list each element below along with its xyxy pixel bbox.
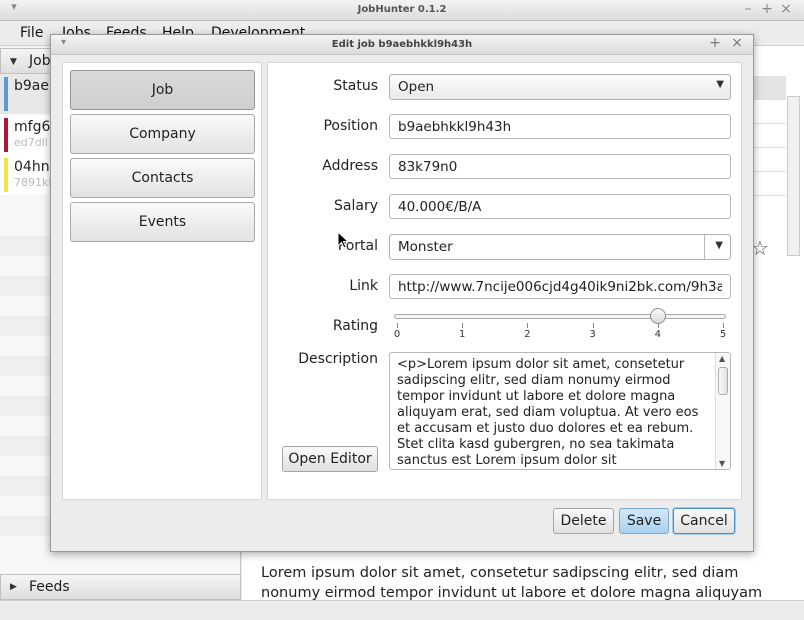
rating-slider-track[interactable] bbox=[394, 314, 726, 319]
rating-tick bbox=[723, 323, 724, 328]
scrollbar-thumb[interactable] bbox=[718, 367, 728, 395]
rating-tick-label: 2 bbox=[524, 329, 531, 340]
mouse-cursor-icon bbox=[337, 231, 349, 249]
dialog-maximize-icon[interactable]: + bbox=[707, 35, 723, 51]
dialog-titlebar: ▾ Edit job b9aebhkkl9h43h + × bbox=[51, 35, 753, 55]
portal-combobox[interactable]: Monster ▼ bbox=[389, 234, 731, 260]
statusbar bbox=[0, 600, 804, 620]
status-select[interactable]: Open ▼ bbox=[389, 74, 731, 100]
rating-tick-label: 4 bbox=[654, 329, 661, 340]
job-color-bar bbox=[4, 158, 8, 192]
status-value: Open bbox=[398, 79, 435, 95]
position-label: Position bbox=[323, 118, 378, 134]
job-color-bar bbox=[4, 118, 8, 152]
nav-contacts-button[interactable]: Contacts bbox=[70, 158, 255, 198]
rating-tick bbox=[462, 323, 464, 328]
job-sub: ed7dll bbox=[14, 136, 48, 149]
maximize-icon[interactable]: + bbox=[759, 1, 775, 17]
open-editor-button[interactable]: Open Editor bbox=[282, 446, 378, 472]
job-color-bar bbox=[4, 77, 8, 111]
description-text: <p>Lorem ipsum dolor sit amet, consetetu… bbox=[397, 357, 699, 468]
address-input[interactable] bbox=[389, 154, 731, 179]
chevron-down-icon: ▼ bbox=[716, 79, 724, 90]
dialog-title: Edit job b9aebhkkl9h43h bbox=[331, 39, 473, 50]
job-description-preview: Lorem ipsum dolor sit amet, consetetur s… bbox=[261, 565, 763, 601]
description-label: Description bbox=[298, 351, 378, 367]
job-sub: 7891kl bbox=[14, 176, 52, 189]
rating-slider-thumb[interactable] bbox=[649, 308, 666, 324]
rating-tick bbox=[527, 323, 529, 328]
rating-tick-label: 3 bbox=[589, 329, 596, 340]
salary-input[interactable] bbox=[389, 194, 731, 219]
position-input[interactable] bbox=[389, 114, 731, 139]
job-id: 04hnl bbox=[14, 159, 54, 175]
edit-job-dialog: ▾ Edit job b9aebhkkl9h43h + × Job Compan… bbox=[50, 34, 754, 552]
rating-tick bbox=[592, 323, 594, 328]
feeds-accordion-label: Feeds bbox=[29, 579, 70, 595]
salary-label: Salary bbox=[334, 198, 378, 214]
save-button[interactable]: Save bbox=[619, 508, 669, 534]
description-scrollbar[interactable]: ▲ ▼ bbox=[715, 353, 730, 469]
rating-tick bbox=[657, 323, 659, 328]
status-label: Status bbox=[333, 78, 378, 94]
address-label: Address bbox=[322, 158, 378, 174]
app-title: JobHunter 0.1.2 bbox=[357, 4, 447, 15]
dialog-nav: Job Company Contacts Events bbox=[62, 62, 262, 500]
portal-dropdown-button[interactable]: ▼ bbox=[704, 235, 730, 259]
table-scrollbar[interactable] bbox=[787, 96, 800, 256]
rating-tick-label: 5 bbox=[719, 329, 727, 340]
scroll-up-icon[interactable]: ▲ bbox=[719, 354, 725, 363]
cancel-button[interactable]: Cancel bbox=[673, 508, 735, 534]
nav-events-button[interactable]: Events bbox=[70, 202, 255, 242]
chevron-down-icon: ▼ bbox=[715, 240, 723, 251]
delete-button[interactable]: Delete bbox=[553, 508, 614, 534]
minimize-icon[interactable]: – bbox=[740, 1, 756, 17]
collapsed-arrow-icon: ▶ bbox=[10, 582, 17, 592]
link-input[interactable] bbox=[389, 274, 731, 299]
scroll-down-icon[interactable]: ▼ bbox=[719, 459, 725, 468]
portal-value: Monster bbox=[398, 239, 453, 255]
rating-tick-label: 1 bbox=[459, 329, 466, 340]
main-titlebar: ▾ JobHunter 0.1.2 – + × bbox=[0, 0, 804, 21]
nav-job-button[interactable]: Job bbox=[70, 70, 255, 110]
nav-company-button[interactable]: Company bbox=[70, 114, 255, 154]
job-form: Status Open ▼ Position Address Salary Po… bbox=[267, 62, 742, 500]
rating-tick-label: 0 bbox=[393, 329, 401, 340]
expanded-arrow-icon: ▼ bbox=[10, 57, 17, 67]
description-textarea[interactable]: <p>Lorem ipsum dolor sit amet, consetetu… bbox=[389, 352, 731, 470]
close-icon[interactable]: × bbox=[778, 1, 794, 17]
rating-label: Rating bbox=[332, 318, 378, 334]
rating-tick bbox=[397, 323, 398, 328]
menu-file[interactable]: File bbox=[20, 25, 43, 41]
portal-label: Portal bbox=[337, 238, 378, 254]
link-label: Link bbox=[349, 278, 378, 294]
feeds-accordion-header[interactable]: ▶ Feeds bbox=[0, 574, 241, 600]
dialog-close-icon[interactable]: × bbox=[729, 35, 745, 51]
